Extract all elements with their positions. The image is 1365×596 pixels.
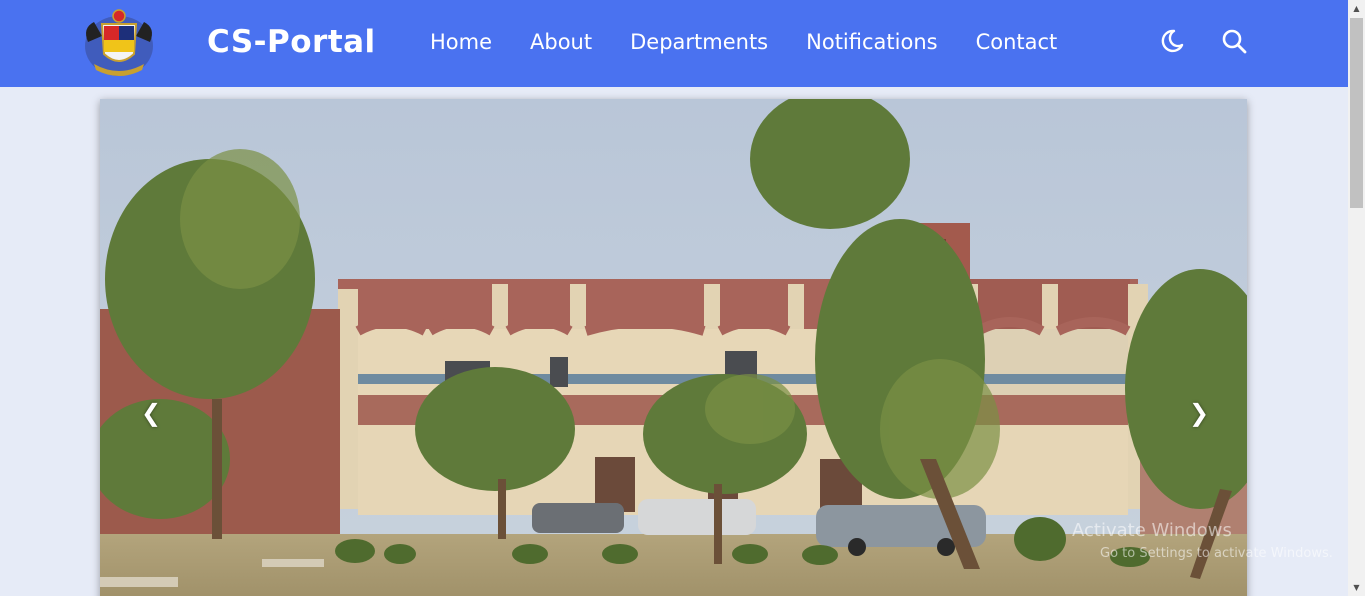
scroll-down-icon[interactable]: ▼ — [1348, 579, 1365, 596]
nav-about[interactable]: About — [530, 30, 592, 54]
main-nav: Home About Departments Notifications Con… — [430, 30, 1057, 54]
nav-notifications[interactable]: Notifications — [806, 30, 937, 54]
college-emblem-logo[interactable] — [80, 6, 158, 80]
windows-activation-watermark: Activate Windows — [1072, 520, 1232, 541]
nav-departments[interactable]: Departments — [630, 30, 768, 54]
carousel-next-button[interactable]: ❯ — [1189, 399, 1209, 427]
brand-title[interactable]: CS-Portal — [207, 24, 376, 60]
page-scrollbar[interactable]: ▲ ▼ — [1348, 0, 1365, 596]
nav-contact[interactable]: Contact — [976, 30, 1058, 54]
scroll-up-icon[interactable]: ▲ — [1348, 0, 1365, 17]
scroll-thumb[interactable] — [1350, 18, 1363, 208]
moon-icon[interactable] — [1157, 27, 1185, 55]
windows-activation-subtext: Go to Settings to activate Windows. — [1100, 546, 1333, 561]
nav-home[interactable]: Home — [430, 30, 492, 54]
navbar: CS-Portal Home About Departments Notific… — [0, 0, 1348, 87]
search-icon[interactable] — [1220, 27, 1248, 55]
carousel-prev-button[interactable]: ❮ — [141, 399, 161, 427]
